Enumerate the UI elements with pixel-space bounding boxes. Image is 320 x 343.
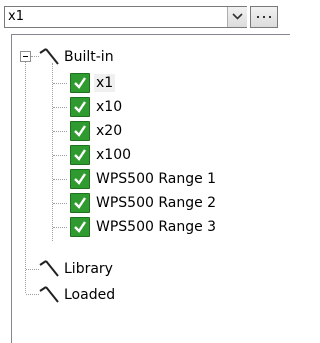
tree-node-loaded[interactable]: Loaded [12,283,282,307]
tree-node-x1[interactable]: x1 [12,71,282,95]
tree-guide-line [53,107,67,108]
tree-guide-line [53,227,67,228]
tree-guide-line [53,155,67,156]
tree-node-label: Library [64,261,113,277]
browse-button[interactable] [250,6,278,28]
tree-node-label: WPS500 Range 2 [96,195,217,211]
tree-node-label: x20 [96,123,123,139]
preset-combo-field[interactable]: x1 [4,6,247,28]
preset-tree: Built-in x1 x10 x20 x100 WPS500 Range 1 … [11,34,290,343]
tree-node-label: WPS500 Range 3 [96,219,217,235]
tree-guide-line [53,203,67,204]
tree-node-label: x1 [94,74,116,92]
tree-node-built-in[interactable]: Built-in [12,45,282,69]
tree-node-label: Loaded [64,287,116,303]
chevron-down-icon [232,13,243,20]
tree-node-label: x10 [96,99,123,115]
wand-icon [39,260,59,277]
tree-node-x20[interactable]: x20 [12,119,282,143]
wand-icon [39,286,59,303]
checked-icon[interactable] [70,169,90,189]
tree-node-wps500-range-2[interactable]: WPS500 Range 2 [12,191,282,215]
tree-node-x10[interactable]: x10 [12,95,282,119]
checked-icon[interactable] [70,193,90,213]
tree-node-x100[interactable]: x100 [12,143,282,167]
checked-icon[interactable] [70,97,90,117]
tree-guide-line [53,131,67,132]
collapse-toggle[interactable] [20,51,31,62]
preset-combo-value: x1 [8,9,24,24]
preset-selector-panel: x1 Built-in x1 x10 x20 x100 WPS500 Range… [0,0,290,343]
tree-node-label: x100 [96,147,132,163]
preset-combo[interactable]: x1 [4,6,287,28]
checked-icon[interactable] [70,217,90,237]
tree-node-label: WPS500 Range 1 [96,171,217,187]
tree-guide-line [53,179,67,180]
tree-guide-line [53,83,67,84]
dropdown-button[interactable] [227,7,247,27]
checked-icon[interactable] [70,121,90,141]
ellipsis-icon [257,16,271,18]
wand-icon [39,48,59,65]
tree-node-library[interactable]: Library [12,257,282,281]
checked-icon[interactable] [70,73,90,93]
tree-node-wps500-range-1[interactable]: WPS500 Range 1 [12,167,282,191]
tree-node-wps500-range-3[interactable]: WPS500 Range 3 [12,215,282,239]
tree-node-label: Built-in [64,49,114,65]
checked-icon[interactable] [70,145,90,165]
